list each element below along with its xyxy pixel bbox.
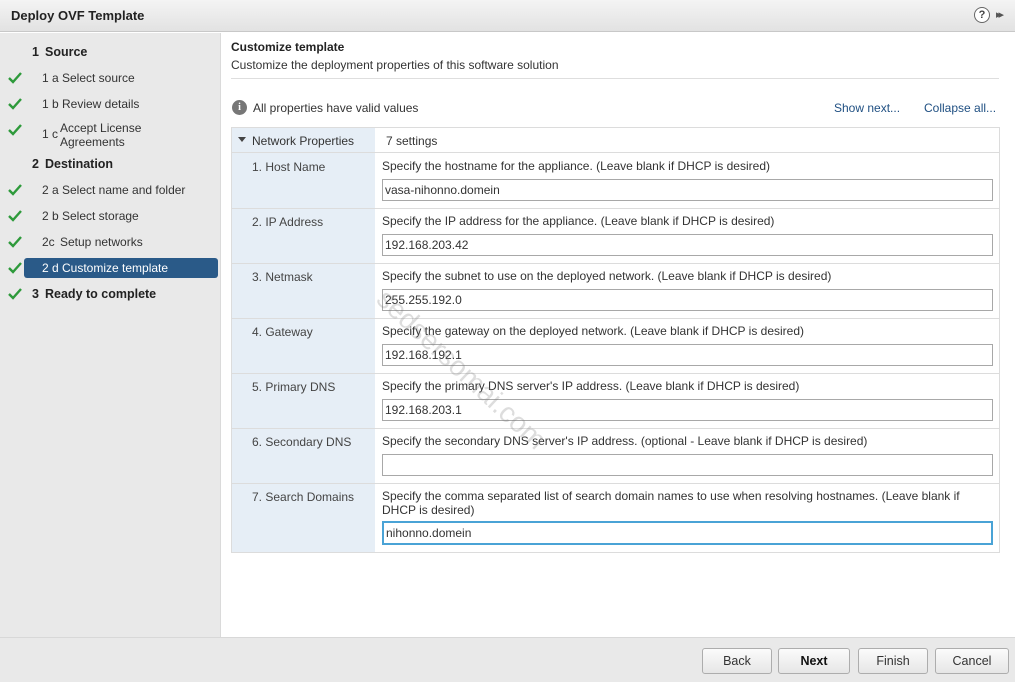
checkmark-icon xyxy=(8,72,22,84)
property-label: 1. Host Name xyxy=(252,160,326,174)
window-titlebar: Deploy OVF Template ? ▸▸ xyxy=(0,0,1015,32)
step-label: Ready to complete xyxy=(45,287,157,301)
page-subtitle: Customize the deployment properties of t… xyxy=(231,58,559,72)
step-number: 1 a xyxy=(42,71,59,85)
properties-grid: Network Properties 7 settings 1. Host Na… xyxy=(231,127,1000,553)
expand-icon[interactable]: ▸▸ xyxy=(996,8,1010,22)
property-description: Specify the comma separated list of sear… xyxy=(382,489,960,517)
ip-address-input[interactable] xyxy=(382,234,993,256)
property-description: Specify the subnet to use on the deploye… xyxy=(382,269,832,283)
wizard-steps-sidebar: 1 Source 1 a Select source 1 b Review de… xyxy=(0,33,221,637)
property-row-ip-address: 2. IP Address Specify the IP address for… xyxy=(232,209,999,264)
show-next-link[interactable]: Show next... xyxy=(834,101,900,115)
help-icon[interactable]: ? xyxy=(974,7,990,23)
back-button[interactable]: Back xyxy=(702,648,772,674)
step-label: Select storage xyxy=(62,209,139,223)
validation-status: All properties have valid values xyxy=(253,101,419,115)
step-label: Select source xyxy=(62,71,135,85)
wizard-footer: Back Next Finish Cancel xyxy=(0,637,1015,682)
checkmark-icon xyxy=(8,262,22,274)
page-title: Customize template xyxy=(231,40,345,54)
netmask-input[interactable] xyxy=(382,289,993,311)
step-number: 3 xyxy=(32,287,39,301)
step-label: Review details xyxy=(62,97,140,111)
property-label: 3. Netmask xyxy=(252,270,313,284)
step-number: 2 d xyxy=(42,261,59,275)
finish-button[interactable]: Finish xyxy=(858,648,928,674)
step-number: 2 a xyxy=(42,183,59,197)
window-title: Deploy OVF Template xyxy=(11,8,145,23)
property-row-secondary-dns: 6. Secondary DNS Specify the secondary D… xyxy=(232,429,999,484)
step-number: 2 xyxy=(32,157,39,171)
step-label: Destination xyxy=(45,157,114,171)
property-description: Specify the hostname for the appliance. … xyxy=(382,159,770,173)
collapse-caret-icon[interactable] xyxy=(238,137,246,142)
group-name: Network Properties xyxy=(252,134,355,148)
group-count: 7 settings xyxy=(386,134,438,148)
property-row-host-name: 1. Host Name Specify the hostname for th… xyxy=(232,154,999,209)
checkmark-icon xyxy=(8,184,22,196)
header-divider xyxy=(231,78,999,79)
info-icon: i xyxy=(232,100,247,115)
collapse-all-link[interactable]: Collapse all... xyxy=(924,101,996,115)
step-label: Customize template xyxy=(62,261,169,275)
property-label: 2. IP Address xyxy=(252,215,324,229)
property-description: Specify the gateway on the deployed netw… xyxy=(382,324,805,338)
checkmark-icon xyxy=(8,124,22,136)
next-button[interactable]: Next xyxy=(778,648,850,674)
main-content: Customize template Customize the deploym… xyxy=(222,33,1015,637)
step-number: 2c xyxy=(42,235,55,249)
step-number: 1 c xyxy=(42,127,59,141)
property-description: Specify the IP address for the appliance… xyxy=(382,214,775,228)
property-row-gateway: 4. Gateway Specify the gateway on the de… xyxy=(232,319,999,374)
property-label: 7. Search Domains xyxy=(252,490,355,504)
property-label: 5. Primary DNS xyxy=(252,380,336,394)
secondary-dns-input[interactable] xyxy=(382,454,993,476)
step-label: Source xyxy=(45,45,88,59)
search-domains-input[interactable] xyxy=(382,521,993,545)
step-number: 1 xyxy=(32,45,39,59)
property-row-search-domains: 7. Search Domains Specify the comma sepa… xyxy=(232,484,999,552)
host-name-input[interactable] xyxy=(382,179,993,201)
checkmark-icon xyxy=(8,98,22,110)
checkmark-icon xyxy=(8,210,22,222)
step-number: 2 b xyxy=(42,209,59,223)
property-label: 6. Secondary DNS xyxy=(252,435,352,449)
checkmark-icon xyxy=(8,236,22,248)
step-label: Accept License Agreements xyxy=(60,121,142,149)
checkmark-icon xyxy=(8,288,22,300)
property-description: Specify the secondary DNS server's IP ad… xyxy=(382,434,868,448)
cancel-button[interactable]: Cancel xyxy=(935,648,1009,674)
property-row-netmask: 3. Netmask Specify the subnet to use on … xyxy=(232,264,999,319)
step-label: Setup networks xyxy=(60,235,143,249)
step-label: Select name and folder xyxy=(62,183,186,197)
property-label: 4. Gateway xyxy=(252,325,313,339)
group-header-row[interactable]: Network Properties 7 settings xyxy=(232,128,999,153)
property-row-primary-dns: 5. Primary DNS Specify the primary DNS s… xyxy=(232,374,999,429)
step-number: 1 b xyxy=(42,97,59,111)
